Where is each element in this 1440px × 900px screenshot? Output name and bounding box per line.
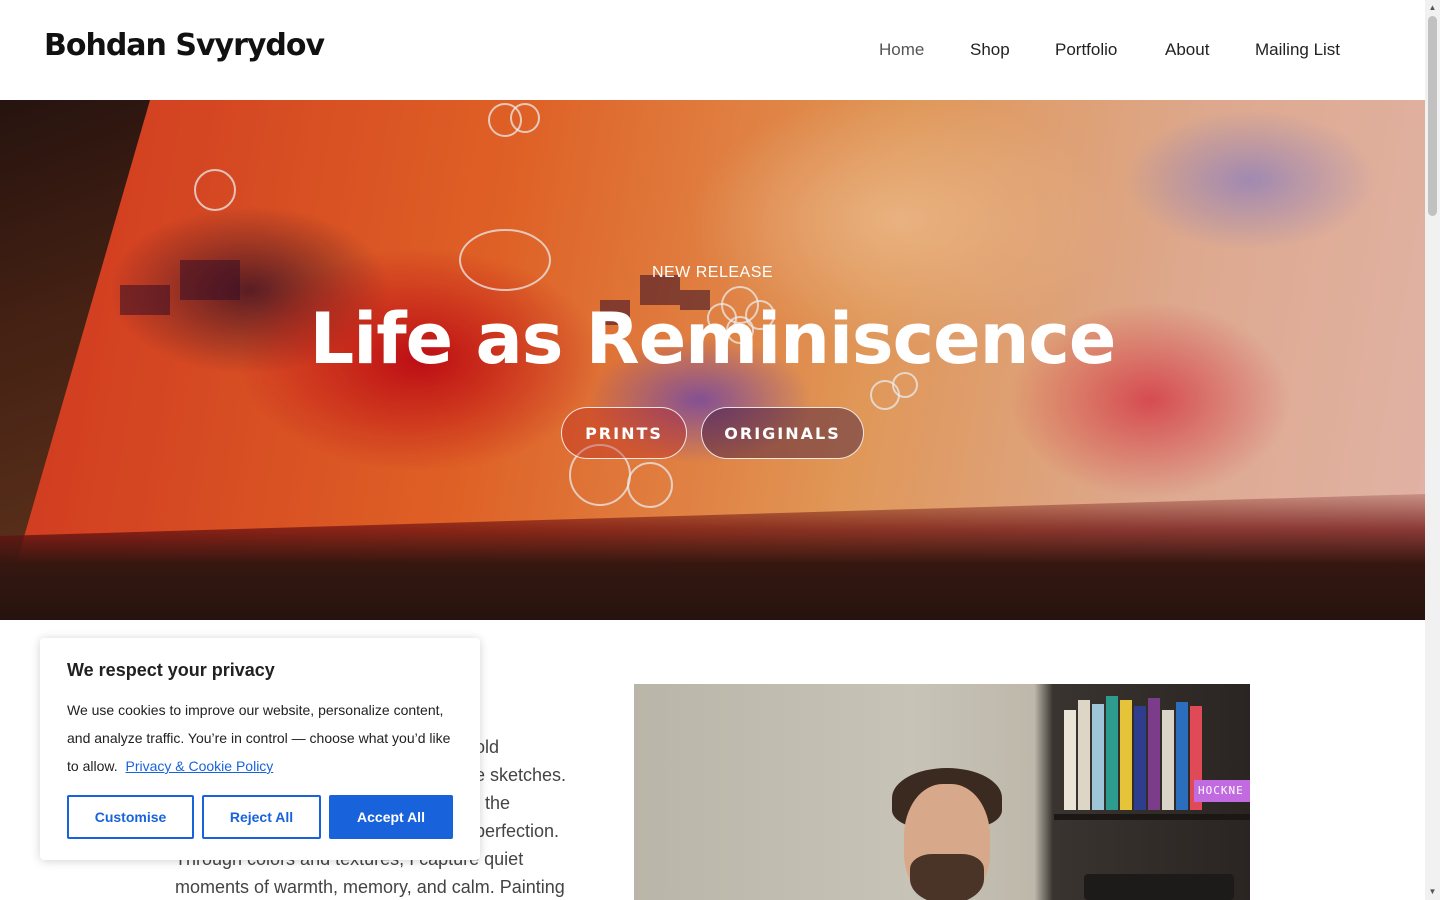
- cookie-banner: We respect your privacy We use cookies t…: [40, 638, 480, 860]
- page-scrollbar[interactable]: ▲ ▼: [1425, 0, 1440, 900]
- scroll-up-arrow-icon[interactable]: ▲: [1425, 2, 1440, 14]
- scroll-down-arrow-icon[interactable]: ▼: [1425, 886, 1440, 898]
- book-label: HOCKNE: [1194, 780, 1250, 802]
- hero-eyebrow: NEW RELEASE: [651, 264, 774, 281]
- hero-banner: NEW RELEASE Life as Reminiscence PRINTS …: [0, 100, 1425, 620]
- cookie-text: We use cookies to improve our website, p…: [67, 696, 459, 780]
- shelf-board: [1054, 814, 1250, 820]
- person-beard: [910, 854, 984, 900]
- site-header: Bohdan Svyrydov Home Shop Portfolio Abou…: [0, 0, 1425, 100]
- customise-button[interactable]: Customise: [67, 795, 194, 839]
- hero-title: Life as Reminiscence: [309, 298, 1117, 380]
- music-device: [1084, 874, 1234, 900]
- site-logo[interactable]: Bohdan Svyrydov: [44, 28, 325, 63]
- nav-home[interactable]: Home: [879, 40, 924, 60]
- nav-mailing-list[interactable]: Mailing List: [1255, 40, 1340, 60]
- intro-line: moments of warmth, memory, and calm. Pai…: [175, 877, 565, 897]
- privacy-policy-link[interactable]: Privacy & Cookie Policy: [125, 758, 273, 774]
- prints-button[interactable]: PRINTS: [561, 407, 687, 459]
- scroll-thumb[interactable]: [1428, 16, 1437, 216]
- artist-portrait: HOCKNE: [634, 684, 1250, 900]
- originals-button[interactable]: ORIGINALS: [701, 407, 864, 459]
- nav-about[interactable]: About: [1165, 40, 1209, 60]
- cookie-title: We respect your privacy: [67, 660, 275, 680]
- reject-all-button[interactable]: Reject All: [202, 795, 321, 839]
- accept-all-button[interactable]: Accept All: [329, 795, 453, 839]
- nav-shop[interactable]: Shop: [970, 40, 1010, 60]
- nav-portfolio[interactable]: Portfolio: [1055, 40, 1117, 60]
